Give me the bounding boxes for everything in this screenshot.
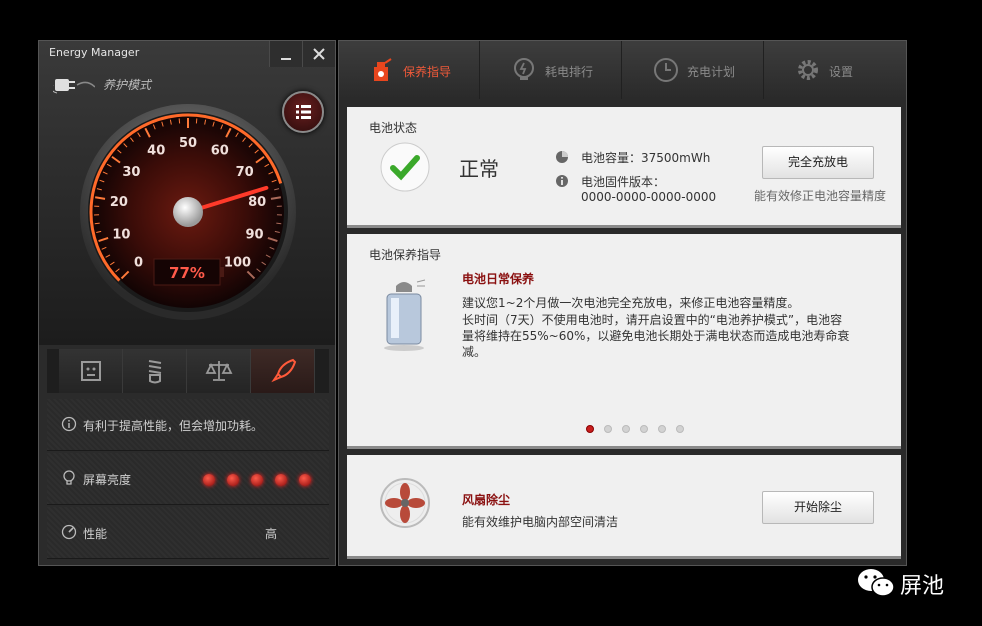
guide-line-2: 长时间（7天）不使用电池时，请开启设置中的“电池养护模式”，电池容 [462,313,843,327]
gear-icon [798,60,818,80]
info-icon [556,175,568,187]
gauge-area: Energy Manager 养护模式 0 10 20 30 40 50 60 … [39,41,335,345]
pie-chart-icon [556,151,568,163]
brightness-dot[interactable] [275,474,287,486]
full-charge-discharge-button[interactable]: 完全充放电 [762,146,874,179]
watermark-text: 屏池 [900,574,945,599]
tab-label: 充电计划 [687,65,736,79]
performance-chip-icon [81,361,101,381]
tab-power-ranking[interactable]: 耗电排行 [481,41,622,99]
tab-maintenance-guide[interactable]: 保养指导 [339,41,480,99]
gauge-tick-label: 90 [246,228,264,243]
balance-scale-icon [205,361,233,381]
gauge-tick [276,222,282,225]
info-text: 有利于提高性能，但会增加功耗。 [83,419,264,433]
gauge-tick-label: 10 [112,228,130,243]
start-dust-clean-button[interactable]: 开始除尘 [762,491,874,524]
brightness-dot[interactable] [227,474,239,486]
battery-guide-title: 电池保养指导 [369,248,442,262]
battery-cylinder-icon [384,279,426,351]
gauge-tick [94,222,100,225]
guide-line-3: 量将维持在55%~60%，以避免电池长期处于满电状态而造成电池寿命衰 [462,329,850,343]
battery-capacity: 电池容量：37500mWh [581,151,711,165]
battery-status-title: 电池状态 [369,121,418,135]
app-title: Energy Manager [49,46,140,59]
mode-label: 养护模式 [103,78,152,92]
gauge-tick-label: 30 [122,165,140,180]
energy-manager-panel: Energy Manager 养护模式 0 10 20 30 40 50 60 … [38,40,336,566]
brightness-label: 屏幕亮度 [83,473,132,487]
battery-percent: 77% [169,264,205,282]
gauge-tick-label: 80 [248,195,266,210]
eco-bulb-icon [148,360,162,384]
tab-settings[interactable]: 设置 [765,41,906,99]
wechat-logo-icon [858,569,895,597]
info-row: 有利于提高性能，但会增加功耗。 [47,399,329,451]
clock-icon [654,58,678,82]
gauge-tick-label: 40 [147,144,165,159]
speedometer-icon [61,524,77,540]
minimize-button[interactable] [269,41,302,67]
close-button[interactable] [302,41,335,67]
main-panel: 保养指导 耗电排行 充电计划 设置 电池状态 正常 电池容量：37500mWh … [338,40,907,566]
pager-dot[interactable] [676,425,684,433]
main-nav: 保养指导 耗电排行 充电计划 设置 [339,41,906,99]
fan-heading: 风扇除尘 [462,493,511,507]
brightness-row: 屏幕亮度 [47,453,329,505]
full-charge-hint: 能有效修正电池容量精度 [754,189,887,203]
info-icon [61,416,77,432]
tab-label: 保养指导 [403,65,452,79]
pager-dot[interactable] [604,425,612,433]
gauge-tick-label: 100 [224,255,251,270]
bulb-icon [514,58,534,80]
performance-row: 性能 高 [47,507,329,559]
brightness-dot[interactable] [251,474,263,486]
maintenance-icon [374,58,392,81]
performance-value: 高 [265,527,278,541]
gauge-tick-label: 70 [236,165,254,180]
brightness-dot[interactable] [299,474,311,486]
gauge-tick-label: 20 [110,195,128,210]
pager-dot[interactable] [622,425,630,433]
gauge-tick-label: 60 [211,144,229,159]
guide-line-1: 建议您1~2个月做一次电池完全充放电，来修正电池容量精度。 [462,296,800,310]
gauge-tick-label: 0 [134,255,143,270]
tab-charge-plan[interactable]: 充电计划 [623,41,764,99]
battery-guide-card: 电池保养指导 电池日常保养 建议您1~2个月做一次电池完全充放电，来修正电池容量… [347,234,901,449]
plug-icon [53,79,95,94]
battery-health-status: 正常 [459,157,499,181]
checkmark-icon [380,142,430,192]
performance-label: 性能 [83,527,108,541]
power-mode-tabs [47,349,329,393]
pager-dot[interactable] [586,425,594,433]
firmware-version: 0000-0000-0000-0000 [581,190,717,204]
pager-dot[interactable] [640,425,648,433]
brightness-bulb-icon [63,470,75,485]
battery-status-card: 电池状态 正常 电池容量：37500mWh 电池固件版本： 0000-0000-… [347,107,901,228]
tab-eco[interactable] [123,349,187,393]
fan-clean-card: 风扇除尘 能有效维护电脑内部空间清洁 开始除尘 [347,455,901,559]
fan-description: 能有效维护电脑内部空间清洁 [462,515,619,529]
pager-dot[interactable] [658,425,666,433]
fan-icon [380,478,430,528]
gauge-tick-label: 50 [179,136,197,151]
tab-label: 耗电排行 [545,65,594,79]
battery-gauge: 0 10 20 30 40 50 60 70 80 90 100 77% [80,104,296,320]
tab-turbo[interactable] [251,349,315,393]
minimize-icon [281,58,291,60]
rocket-icon [271,358,297,383]
gauge-hub [173,197,203,227]
brightness-dot[interactable] [203,474,215,486]
tab-balanced[interactable] [187,349,251,393]
guide-heading: 电池日常保养 [462,272,535,286]
tab-performance[interactable] [59,349,123,393]
firmware-label: 电池固件版本： [581,175,666,189]
guide-line-4: 减。 [462,345,487,359]
close-icon [313,48,325,60]
tab-label: 设置 [829,65,854,79]
